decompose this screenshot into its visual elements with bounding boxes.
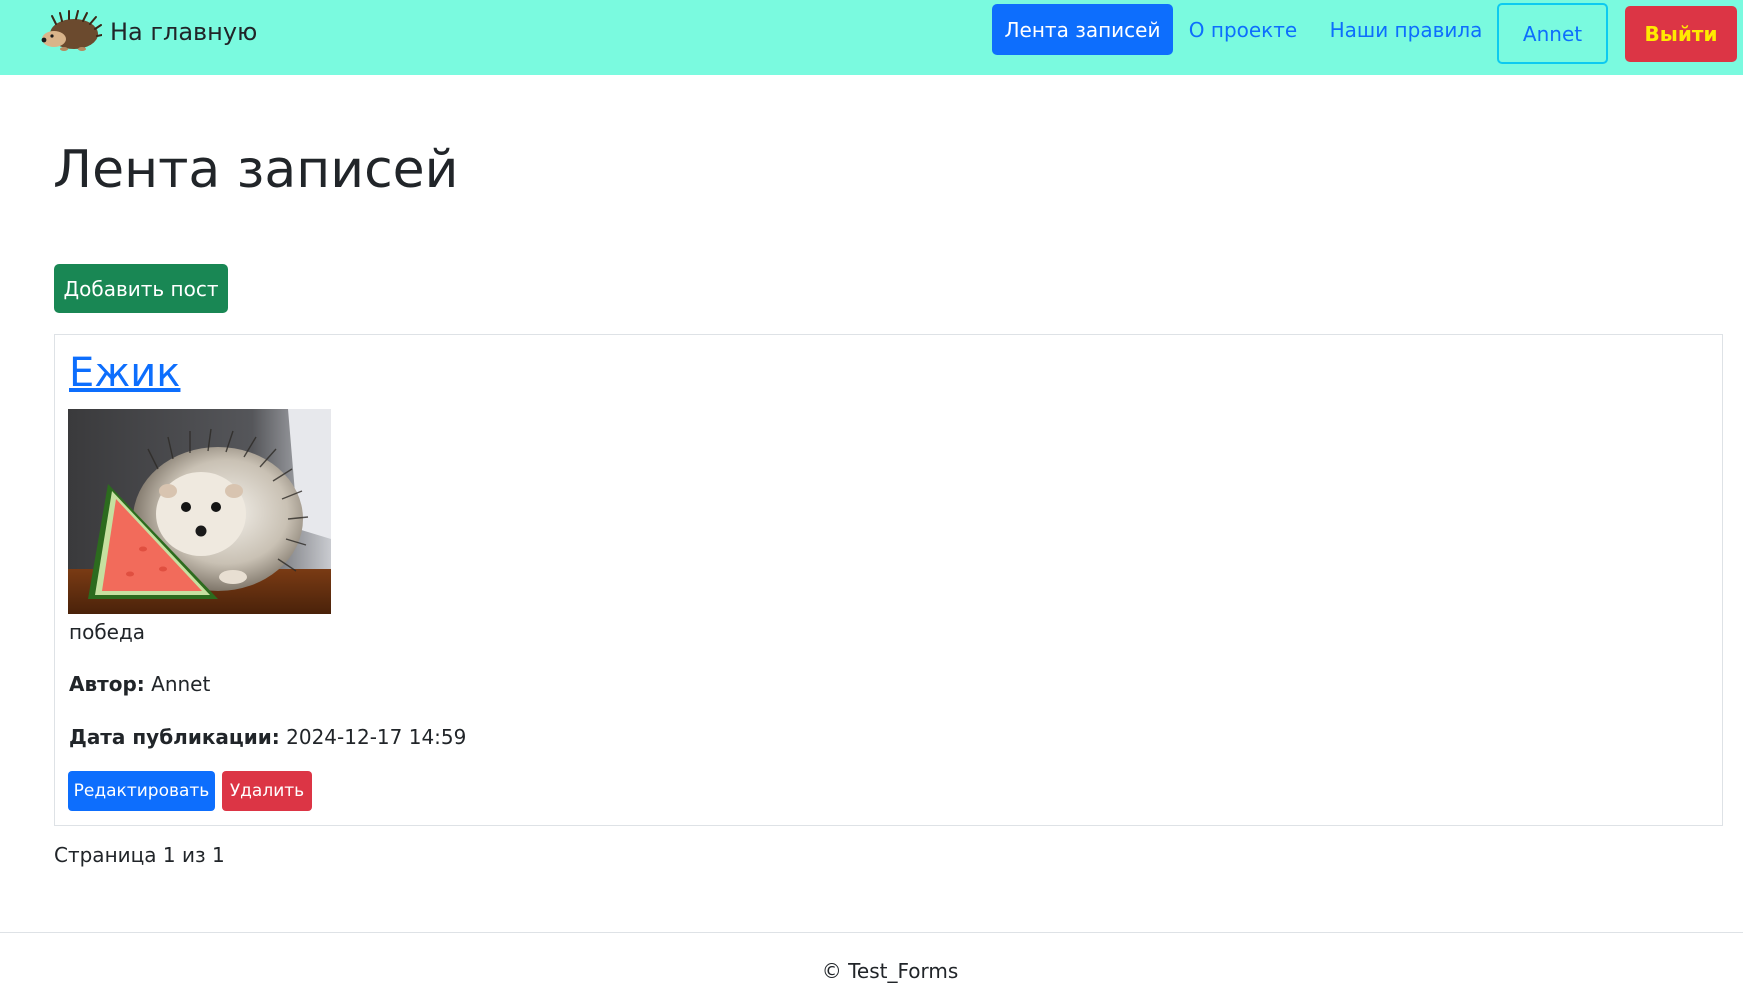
post-date: Дата публикации: 2024-12-17 14:59 — [69, 724, 466, 750]
delete-post-button[interactable]: Удалить — [222, 771, 312, 811]
edit-post-button[interactable]: Редактировать — [68, 771, 215, 811]
date-label: Дата публикации: — [69, 725, 280, 749]
page-title: Лента записей — [53, 140, 459, 200]
hedgehog-logo-icon — [41, 10, 102, 51]
nav-rules-link[interactable]: Наши правила — [1322, 4, 1490, 55]
footer-copyright: © Test_Forms — [821, 959, 959, 983]
author-label: Автор: — [69, 672, 145, 696]
add-post-button[interactable]: Добавить пост — [54, 264, 228, 313]
post-card: Ежик победа Автор: Annet Дата публикации… — [54, 334, 1723, 826]
author-value: Annet — [151, 672, 211, 696]
top-navbar: На главную Лента записей О проекте Наши … — [0, 0, 1743, 75]
date-value: 2024-12-17 14:59 — [286, 725, 467, 749]
footer-divider — [0, 932, 1743, 933]
nav-feed-button[interactable]: Лента записей — [992, 4, 1173, 55]
logout-button[interactable]: Выйти — [1625, 6, 1737, 62]
hedgehog-watermelon-image — [68, 409, 331, 614]
pagination-text: Страница 1 из 1 — [54, 843, 225, 867]
user-profile-button[interactable]: Annet — [1497, 3, 1608, 64]
brand-text: На главную — [110, 18, 258, 46]
post-author: Автор: Annet — [69, 671, 210, 697]
post-image — [68, 409, 331, 614]
nav-about-link[interactable]: О проекте — [1184, 4, 1302, 55]
home-link[interactable]: На главную — [40, 10, 257, 54]
post-title-link[interactable]: Ежик — [69, 349, 180, 397]
post-body-text: победа — [69, 620, 146, 644]
